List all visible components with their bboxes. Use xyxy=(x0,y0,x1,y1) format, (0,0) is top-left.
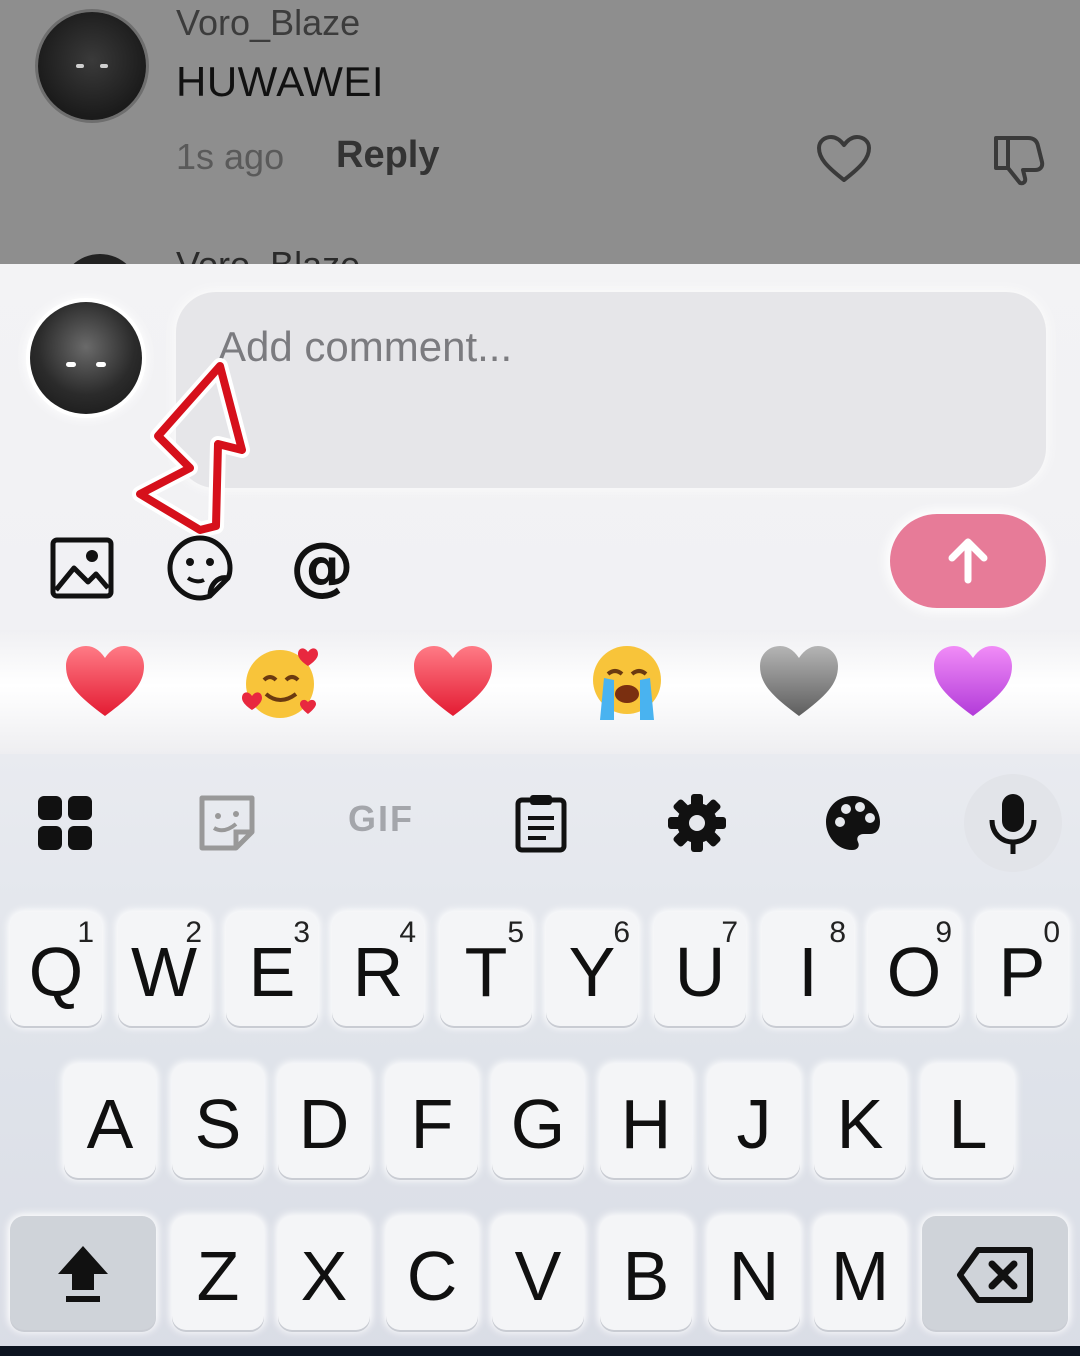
smiling-face-with-hearts-icon[interactable] xyxy=(238,638,324,724)
red-heart-icon[interactable] xyxy=(62,638,148,724)
key-l[interactable]: L xyxy=(922,1064,1014,1178)
key-c[interactable]: C xyxy=(386,1216,478,1330)
sticker-keyboard-icon[interactable] xyxy=(196,792,258,854)
key-d[interactable]: D xyxy=(278,1064,370,1178)
key-g[interactable]: G xyxy=(492,1064,584,1178)
key-w[interactable]: W2 xyxy=(118,912,210,1026)
palette-icon[interactable] xyxy=(822,792,884,854)
comment-username[interactable]: Voro_Blaze xyxy=(176,2,360,44)
key-t[interactable]: T5 xyxy=(440,912,532,1026)
key-u[interactable]: U7 xyxy=(654,912,746,1026)
key-n[interactable]: N xyxy=(708,1216,800,1330)
voice-input-button[interactable] xyxy=(964,774,1062,872)
key-v[interactable]: V xyxy=(492,1216,584,1330)
key-h[interactable]: H xyxy=(600,1064,692,1178)
image-icon[interactable] xyxy=(48,534,116,602)
commenter-avatar[interactable] xyxy=(38,12,146,120)
comment-text: HUWAWEI xyxy=(176,58,385,105)
key-q[interactable]: Q1 xyxy=(10,912,102,1026)
key-a[interactable]: A xyxy=(64,1064,156,1178)
next-comment-username[interactable]: Voro_Blaze xyxy=(176,244,360,264)
send-button[interactable] xyxy=(890,514,1046,608)
key-f[interactable]: F xyxy=(386,1064,478,1178)
purple-heart-icon[interactable] xyxy=(930,638,1016,724)
system-nav-bar xyxy=(0,1346,1080,1356)
sticker-icon[interactable] xyxy=(166,534,234,602)
key-r[interactable]: R4 xyxy=(332,912,424,1026)
key-m[interactable]: M xyxy=(814,1216,906,1330)
clipboard-icon[interactable] xyxy=(510,792,572,854)
gear-icon[interactable] xyxy=(666,792,728,854)
comment-list: Voro_Blaze HUWAWEI 1s ago Reply Voro_Bla… xyxy=(0,0,1080,264)
grey-heart-icon[interactable] xyxy=(756,638,842,724)
comment-input-box[interactable] xyxy=(176,292,1046,488)
key-z[interactable]: Z xyxy=(172,1216,264,1330)
apps-grid-icon[interactable] xyxy=(34,792,96,854)
user-avatar xyxy=(30,302,142,414)
reply-button[interactable]: Reply xyxy=(336,134,439,177)
annotation-arrow-icon xyxy=(132,358,250,538)
key-i[interactable]: I8 xyxy=(762,912,854,1026)
comment-input[interactable] xyxy=(216,322,1000,372)
keyboard: GIF Q1 W2 E3 R4 T5 Y6 U7 I8 O9 P 0 A S D… xyxy=(0,754,1080,1356)
arrow-up-icon xyxy=(948,538,988,583)
key-p[interactable]: P0 xyxy=(976,912,1068,1026)
mention-icon[interactable]: @ xyxy=(288,534,356,602)
key-e[interactable]: E3 xyxy=(226,912,318,1026)
shift-key[interactable] xyxy=(10,1216,156,1330)
key-s[interactable]: S xyxy=(172,1064,264,1178)
next-commenter-avatar[interactable] xyxy=(60,254,140,264)
gif-button[interactable]: GIF xyxy=(348,798,414,840)
backspace-key[interactable] xyxy=(922,1216,1068,1330)
key-b[interactable]: B xyxy=(600,1216,692,1330)
key-y[interactable]: Y6 xyxy=(546,912,638,1026)
key-o[interactable]: O9 xyxy=(868,912,960,1026)
svg-text:@: @ xyxy=(290,534,354,602)
shift-arrow-icon xyxy=(58,1246,108,1302)
microphone-icon xyxy=(989,794,1037,854)
loudly-crying-face-icon[interactable] xyxy=(584,638,670,724)
comment-timestamp: 1s ago xyxy=(176,136,285,177)
comment-composer: @ xyxy=(0,264,1080,754)
key-k[interactable]: K xyxy=(814,1064,906,1178)
quick-emoji-bar xyxy=(0,630,1080,754)
dislike-icon[interactable] xyxy=(990,134,1046,186)
key-j[interactable]: J xyxy=(708,1064,800,1178)
key-x[interactable]: X xyxy=(278,1216,370,1330)
red-heart-icon[interactable] xyxy=(410,638,496,724)
heart-icon[interactable] xyxy=(816,134,872,184)
backspace-icon xyxy=(957,1247,1033,1303)
